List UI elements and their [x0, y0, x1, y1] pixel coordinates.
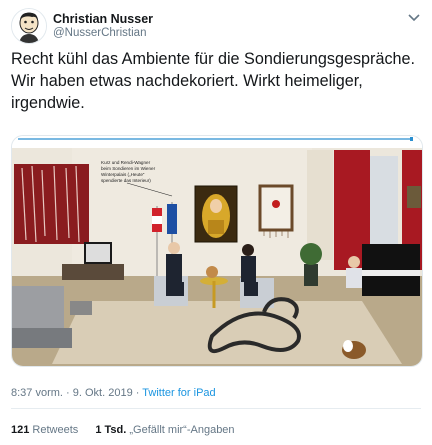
media-caption-line: Winterpalais („Heute“	[101, 172, 145, 177]
tweet-date[interactable]: 9. Okt. 2019	[73, 387, 133, 399]
avatar[interactable]	[11, 8, 47, 44]
retweets-label: Retweets	[32, 424, 79, 436]
tweet-metadata: 8:37 vorm. · 9. Okt. 2019 · Twitter for …	[11, 387, 216, 399]
avatar-caricature-icon	[12, 9, 46, 43]
retweets-stat[interactable]: 121 Retweets	[11, 424, 78, 436]
meta-separator: ·	[66, 387, 70, 399]
tweet-text: Recht kühl das Ambiente für die Sondieru…	[11, 50, 416, 112]
tweet-media-image[interactable]: Kurz und Rendi-Wagner beim Sondieren im …	[11, 135, 423, 367]
chevron-down-icon[interactable]	[407, 12, 421, 22]
meta-separator: ·	[135, 387, 140, 399]
likes-stat[interactable]: 1 Tsd. „Gefällt mir“-Angaben	[95, 424, 234, 436]
tweet-stats: 121 Retweets 1 Tsd. „Gefällt mir“-Angabe…	[11, 424, 249, 436]
tweet-source-link[interactable]: Twitter for iPad	[142, 387, 215, 399]
likes-label: „Gefällt mir“-Angaben	[129, 424, 235, 436]
author-handle[interactable]: @NusserChristian	[53, 27, 146, 39]
media-caption-line: spendierte das Interieur)	[101, 178, 151, 183]
media-illustration: Kurz und Rendi-Wagner beim Sondieren im …	[12, 136, 422, 366]
divider	[11, 408, 421, 409]
likes-count: 1 Tsd.	[95, 424, 127, 436]
author-name[interactable]: Christian Nusser	[53, 12, 153, 26]
retweets-count: 121	[11, 424, 30, 436]
media-caption-line: Kurz und Rendi-Wagner	[101, 160, 151, 165]
tweet-time[interactable]: 8:37 vorm.	[11, 387, 63, 399]
media-caption-line: beim Sondieren im Wiener	[101, 166, 156, 171]
